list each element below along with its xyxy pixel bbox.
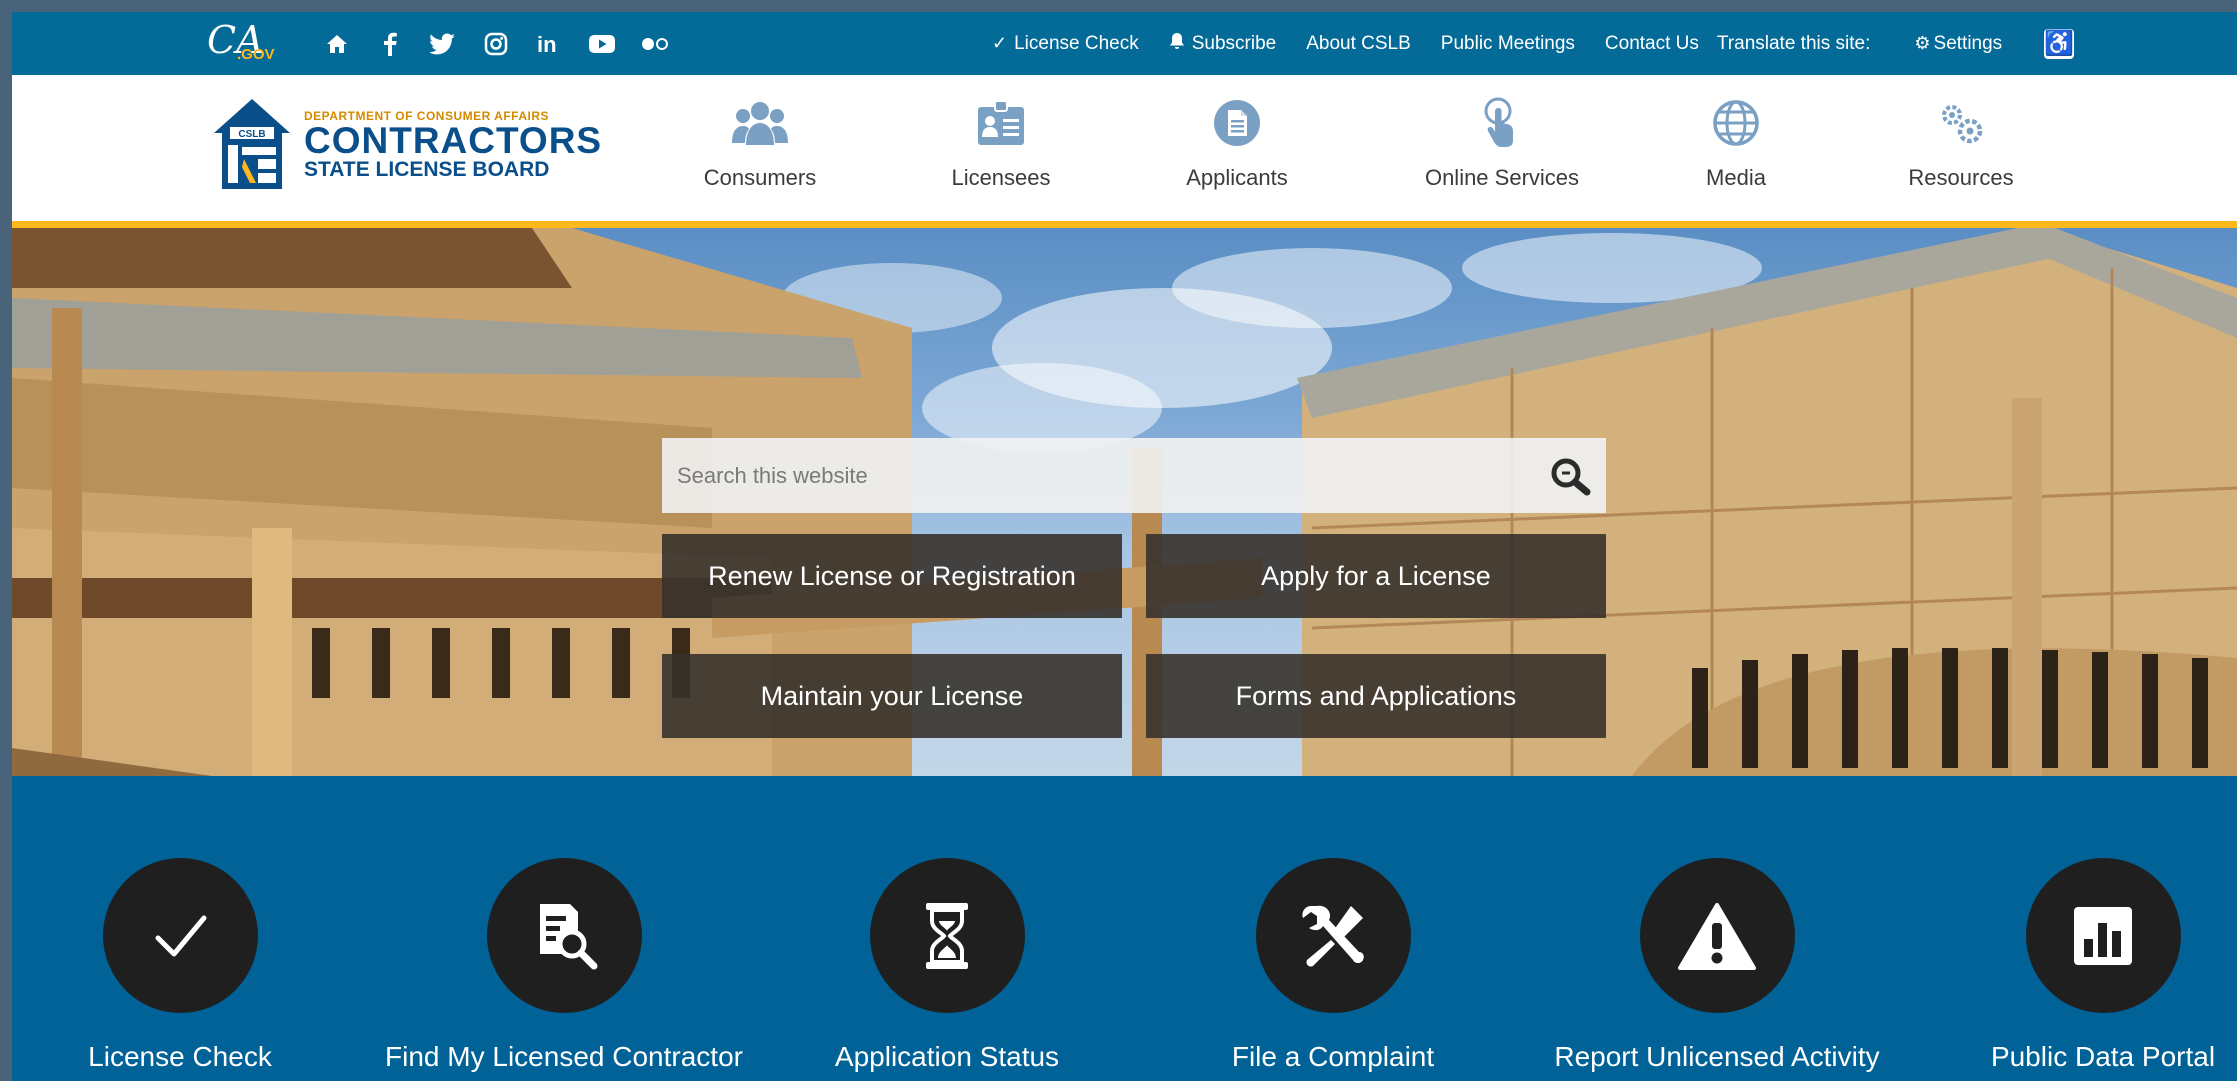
quick-report-unlicensed[interactable]: Report Unlicensed Activity — [1537, 858, 1897, 1073]
quick-links: License Check Find My Licensed Contracto… — [12, 776, 2237, 1081]
utility-bar: CA .GOV in ✓ License Check Subscribe Abo… — [12, 12, 2237, 75]
nav-consumers-label: Consumers — [703, 165, 817, 190]
subscribe-link-label: Subscribe — [1191, 32, 1277, 54]
nav-media-label: Media — [1706, 165, 1766, 190]
quick-license-check-label: License Check — [88, 1041, 272, 1072]
main-nav: Consumers Licensees Applicants Online Se… — [12, 75, 2237, 221]
gear-icon: ⚙ — [1914, 33, 1931, 53]
settings-link[interactable]: ⚙ Settings — [1914, 33, 2002, 55]
bar-chart-icon — [2025, 858, 2181, 1013]
linkedin-icon[interactable]: in — [529, 26, 569, 62]
youtube-icon[interactable] — [582, 26, 622, 62]
gears-icon — [1871, 97, 2051, 149]
forms-applications-button[interactable]: Forms and Applications — [1146, 654, 1606, 738]
license-check-link-label: License Check — [1014, 32, 1139, 54]
ca-gov-logo[interactable]: CA .GOV — [207, 18, 277, 68]
subscribe-link[interactable]: Subscribe — [1169, 32, 1277, 55]
tools-icon — [1255, 858, 1411, 1013]
hero-banner: Renew License or Registration Apply for … — [12, 228, 2237, 776]
quick-find-contractor-label: Find My Licensed Contractor — [385, 1041, 743, 1072]
nav-consumers[interactable]: Consumers — [670, 97, 850, 191]
hourglass-icon — [869, 858, 1025, 1013]
settings-link-label: Settings — [1933, 32, 2003, 54]
quick-file-complaint-label: File a Complaint — [1231, 1041, 1435, 1072]
social-links: in — [317, 26, 688, 62]
contact-us-link[interactable]: Contact Us — [1605, 33, 1699, 55]
browser-viewport: CA .GOV in ✓ License Check Subscribe Abo… — [12, 12, 2237, 1081]
nav-licensees[interactable]: Licensees — [911, 97, 1091, 191]
facebook-icon[interactable] — [370, 26, 410, 62]
quick-find-contractor[interactable]: Find My Licensed Contractor — [384, 858, 744, 1073]
gov-logo-text: .GOV — [237, 46, 275, 63]
id-card-icon — [911, 97, 1091, 149]
translate-label: Translate this site: — [1716, 32, 1871, 54]
site-search — [662, 438, 1606, 513]
search-icon[interactable] — [1536, 438, 1606, 513]
nav-resources[interactable]: Resources — [1871, 97, 2051, 191]
touch-icon — [1412, 97, 1592, 149]
maintain-license-button[interactable]: Maintain your License — [662, 654, 1122, 738]
document-search-icon — [486, 858, 642, 1013]
twitter-icon[interactable] — [423, 26, 463, 62]
nav-applicants[interactable]: Applicants — [1147, 97, 1327, 191]
quick-license-check[interactable]: License Check — [12, 858, 360, 1073]
quick-public-data-portal[interactable]: Public Data Portal — [1923, 858, 2237, 1073]
warning-icon — [1639, 858, 1795, 1013]
nav-applicants-label: Applicants — [1186, 165, 1288, 190]
license-check-link[interactable]: ✓ License Check — [992, 33, 1139, 55]
instagram-icon[interactable] — [476, 26, 516, 62]
people-icon — [670, 97, 850, 149]
check-icon: ✓ — [992, 33, 1008, 53]
svg-text:in: in — [537, 32, 557, 56]
nav-online-services-label: Online Services — [1424, 165, 1580, 190]
nav-online-services[interactable]: Online Services — [1412, 97, 1592, 191]
nav-media[interactable]: Media — [1646, 97, 1826, 191]
globe-icon — [1646, 97, 1826, 149]
quick-public-data-portal-label: Public Data Portal — [1990, 1041, 2216, 1072]
about-cslb-link[interactable]: About CSLB — [1306, 33, 1411, 55]
home-icon[interactable] — [317, 26, 357, 62]
checkmark-icon — [102, 858, 258, 1013]
quick-file-complaint[interactable]: File a Complaint — [1153, 858, 1513, 1073]
nav-licensees-label: Licensees — [951, 165, 1051, 190]
quick-application-status-label: Application Status — [834, 1041, 1060, 1072]
quick-application-status[interactable]: Application Status — [767, 858, 1127, 1073]
apply-license-button[interactable]: Apply for a License — [1146, 534, 1606, 618]
search-input[interactable] — [675, 461, 1536, 490]
public-meetings-link[interactable]: Public Meetings — [1441, 33, 1575, 55]
bell-icon — [1169, 32, 1185, 55]
utility-links: ✓ License Check Subscribe About CSLB Pub… — [992, 12, 2075, 75]
document-icon — [1147, 97, 1327, 149]
quick-report-unlicensed-label: Report Unlicensed Activity — [1554, 1041, 1880, 1072]
renew-license-button[interactable]: Renew License or Registration — [662, 534, 1122, 618]
nav-resources-label: Resources — [1908, 165, 2014, 190]
site-header: CSLB DEPARTMENT OF CONSUMER AFFAIRS CONT… — [12, 75, 2237, 228]
flickr-icon[interactable] — [635, 26, 675, 62]
wheelchair-icon[interactable]: ♿ — [2044, 28, 2075, 59]
